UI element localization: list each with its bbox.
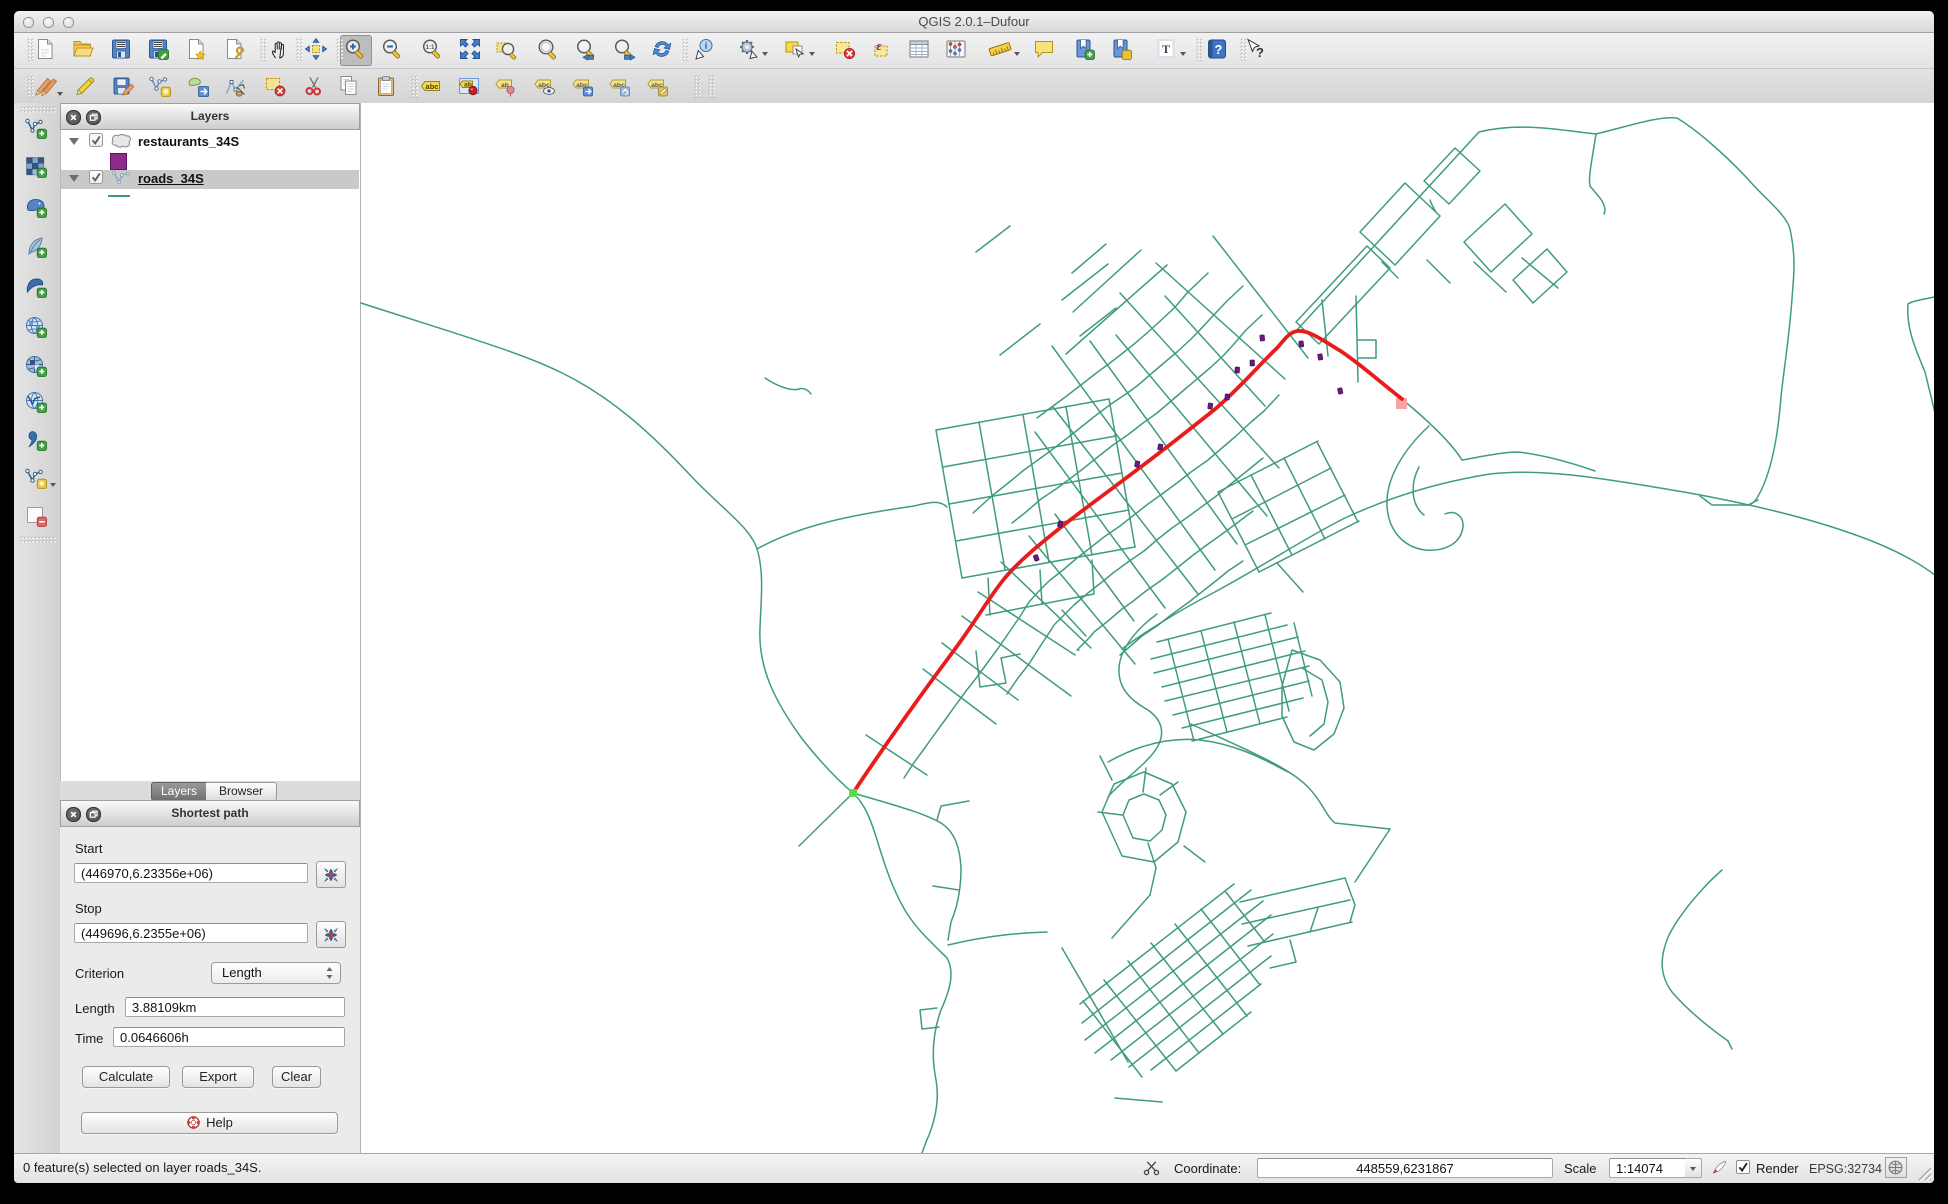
svg-text:?: ?	[1215, 43, 1223, 57]
svg-text:abc: abc	[426, 82, 439, 91]
svg-text:T: T	[1162, 42, 1170, 56]
svg-text:?: ?	[1256, 45, 1264, 60]
svg-text:1:1: 1:1	[426, 44, 436, 51]
svg-text:ε: ε	[876, 38, 882, 53]
